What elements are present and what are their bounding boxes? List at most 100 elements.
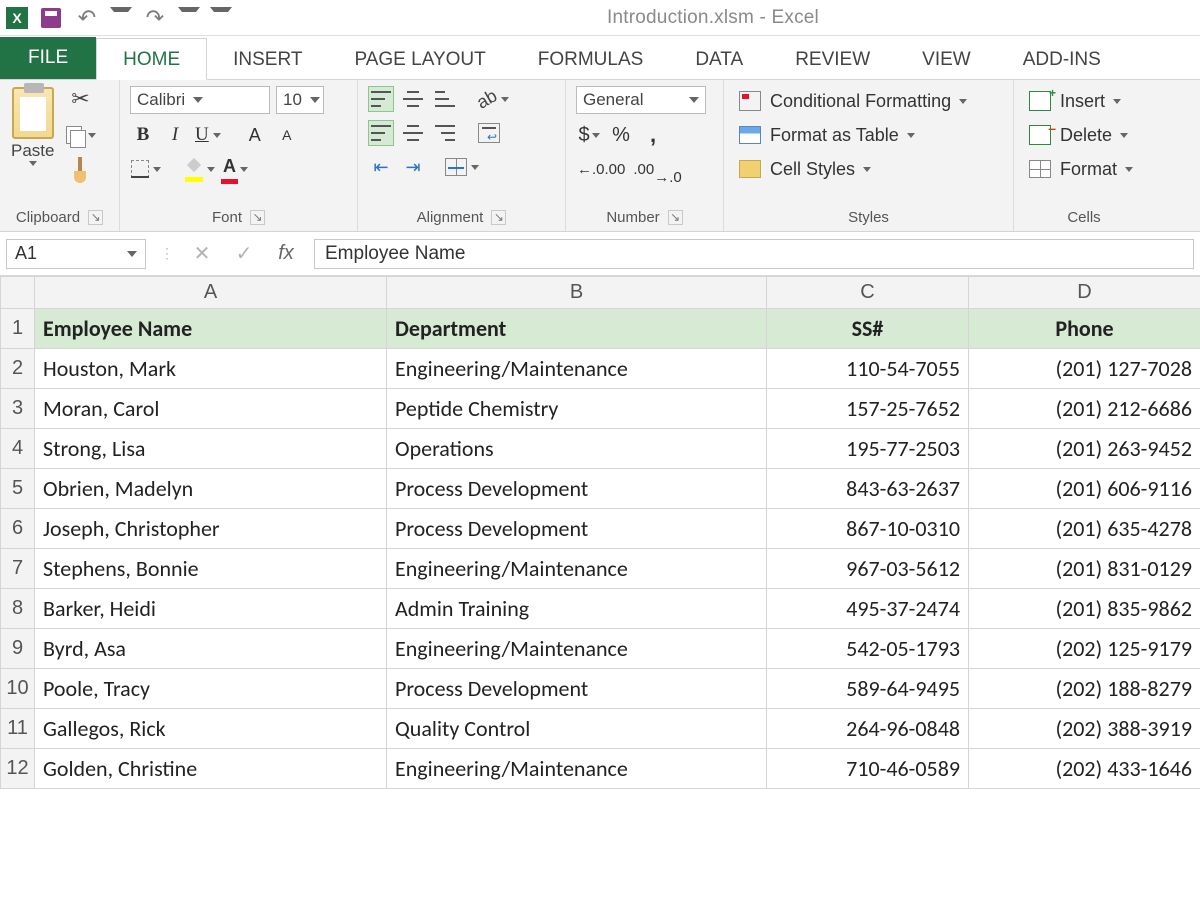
align-right-button[interactable] <box>432 120 458 146</box>
format-painter-button[interactable] <box>63 158 97 184</box>
data-cell[interactable]: 264-96-0848 <box>767 709 969 749</box>
tab-home[interactable]: HOME <box>96 38 207 80</box>
accounting-format-button[interactable]: $ <box>576 122 602 148</box>
shrink-font-button[interactable]: A <box>274 122 300 148</box>
worksheet-grid[interactable]: ABCD 1Employee NameDepartmentSS#Phone 2Hou… <box>0 276 1200 789</box>
align-center-button[interactable] <box>400 120 426 146</box>
merge-center-button[interactable] <box>444 154 480 180</box>
format-as-table-button[interactable]: Format as Table <box>734 120 1003 150</box>
data-cell[interactable]: 495-37-2474 <box>767 589 969 629</box>
tab-page-layout[interactable]: PAGE LAYOUT <box>328 39 511 79</box>
data-cell[interactable]: Operations <box>387 429 767 469</box>
tab-data[interactable]: DATA <box>669 39 769 79</box>
column-header-D[interactable]: D <box>969 277 1200 309</box>
column-header-B[interactable]: B <box>387 277 767 309</box>
grow-font-button[interactable]: A <box>242 122 268 148</box>
data-cell[interactable]: Poole, Tracy <box>35 669 387 709</box>
data-cell[interactable]: (201) 835-9862 <box>969 589 1200 629</box>
data-cell[interactable]: (202) 188-8279 <box>969 669 1200 709</box>
header-cell[interactable]: SS# <box>767 309 969 349</box>
data-cell[interactable]: (201) 635-4278 <box>969 509 1200 549</box>
data-cell[interactable]: 195-77-2503 <box>767 429 969 469</box>
data-cell[interactable]: Strong, Lisa <box>35 429 387 469</box>
undo-button[interactable]: ↶ <box>74 7 100 29</box>
insert-function-button[interactable]: fx <box>272 240 300 268</box>
data-cell[interactable]: (201) 212-6686 <box>969 389 1200 429</box>
data-cell[interactable]: Quality Control <box>387 709 767 749</box>
row-header-9[interactable]: 9 <box>1 629 35 669</box>
row-header-2[interactable]: 2 <box>1 349 35 389</box>
format-cells-button[interactable]: Format <box>1024 154 1144 184</box>
data-cell[interactable]: (201) 606-9116 <box>969 469 1200 509</box>
data-cell[interactable]: (201) 127-7028 <box>969 349 1200 389</box>
redo-dropdown[interactable] <box>178 7 200 29</box>
data-cell[interactable]: Engineering/Maintenance <box>387 349 767 389</box>
data-cell[interactable]: (202) 125-9179 <box>969 629 1200 669</box>
data-cell[interactable]: Golden, Christine <box>35 749 387 789</box>
header-cell[interactable]: Employee Name <box>35 309 387 349</box>
header-cell[interactable]: Phone <box>969 309 1200 349</box>
data-cell[interactable]: Peptide Chemistry <box>387 389 767 429</box>
row-header-11[interactable]: 11 <box>1 709 35 749</box>
font-name-combo[interactable]: Calibri <box>130 86 270 114</box>
data-cell[interactable]: Engineering/Maintenance <box>387 749 767 789</box>
undo-dropdown[interactable] <box>110 7 132 29</box>
copy-button[interactable] <box>63 122 97 148</box>
data-cell[interactable]: 710-46-0589 <box>767 749 969 789</box>
orientation-button[interactable]: ab <box>476 86 510 112</box>
row-header-4[interactable]: 4 <box>1 429 35 469</box>
data-cell[interactable]: Houston, Mark <box>35 349 387 389</box>
delete-cells-button[interactable]: Delete <box>1024 120 1144 150</box>
data-cell[interactable]: 867-10-0310 <box>767 509 969 549</box>
redo-button[interactable]: ↷ <box>142 7 168 29</box>
data-cell[interactable]: Moran, Carol <box>35 389 387 429</box>
tab-insert[interactable]: INSERT <box>207 39 328 79</box>
data-cell[interactable]: Process Development <box>387 509 767 549</box>
increase-indent-button[interactable]: ⇥ <box>400 154 426 180</box>
select-all-corner[interactable] <box>1 277 35 309</box>
row-header-3[interactable]: 3 <box>1 389 35 429</box>
header-cell[interactable]: Department <box>387 309 767 349</box>
data-cell[interactable]: 542-05-1793 <box>767 629 969 669</box>
alignment-launcher[interactable]: ↘ <box>491 210 506 225</box>
row-header-8[interactable]: 8 <box>1 589 35 629</box>
bold-button[interactable]: B <box>130 122 156 148</box>
formula-input[interactable]: Employee Name <box>314 239 1194 269</box>
column-header-A[interactable]: A <box>35 277 387 309</box>
data-cell[interactable]: 843-63-2637 <box>767 469 969 509</box>
paste-button[interactable]: Paste <box>10 86 55 167</box>
data-cell[interactable]: Joseph, Christopher <box>35 509 387 549</box>
column-header-C[interactable]: C <box>767 277 969 309</box>
row-header-10[interactable]: 10 <box>1 669 35 709</box>
row-header-6[interactable]: 6 <box>1 509 35 549</box>
row-header-12[interactable]: 12 <box>1 749 35 789</box>
row-header-1[interactable]: 1 <box>1 309 35 349</box>
data-cell[interactable]: 157-25-7652 <box>767 389 969 429</box>
fill-color-button[interactable] <box>184 156 216 182</box>
align-top-button[interactable] <box>368 86 394 112</box>
align-bottom-button[interactable] <box>432 86 458 112</box>
row-header-7[interactable]: 7 <box>1 549 35 589</box>
data-cell[interactable]: (202) 433-1646 <box>969 749 1200 789</box>
decrease-indent-button[interactable]: ⇤ <box>368 154 394 180</box>
data-cell[interactable]: Obrien, Madelyn <box>35 469 387 509</box>
data-cell[interactable]: Process Development <box>387 469 767 509</box>
decrease-decimal-button[interactable]: .00→.0 <box>632 156 682 182</box>
font-launcher[interactable]: ↘ <box>250 210 265 225</box>
tab-file[interactable]: FILE <box>0 37 96 79</box>
borders-button[interactable] <box>130 156 162 182</box>
clipboard-launcher[interactable]: ↘ <box>88 210 103 225</box>
data-cell[interactable]: Engineering/Maintenance <box>387 549 767 589</box>
wrap-text-button[interactable] <box>476 120 502 146</box>
font-color-button[interactable]: A <box>222 156 249 182</box>
cut-button[interactable]: ✂ <box>63 86 97 112</box>
comma-format-button[interactable]: , <box>640 122 666 148</box>
data-cell[interactable]: (202) 388-3919 <box>969 709 1200 749</box>
number-launcher[interactable]: ↘ <box>668 210 683 225</box>
data-cell[interactable]: Barker, Heidi <box>35 589 387 629</box>
row-header-5[interactable]: 5 <box>1 469 35 509</box>
tab-review[interactable]: REVIEW <box>769 39 896 79</box>
increase-decimal-button[interactable]: ←.0.00 <box>576 156 626 182</box>
data-cell[interactable]: Admin Training <box>387 589 767 629</box>
data-cell[interactable]: Process Development <box>387 669 767 709</box>
